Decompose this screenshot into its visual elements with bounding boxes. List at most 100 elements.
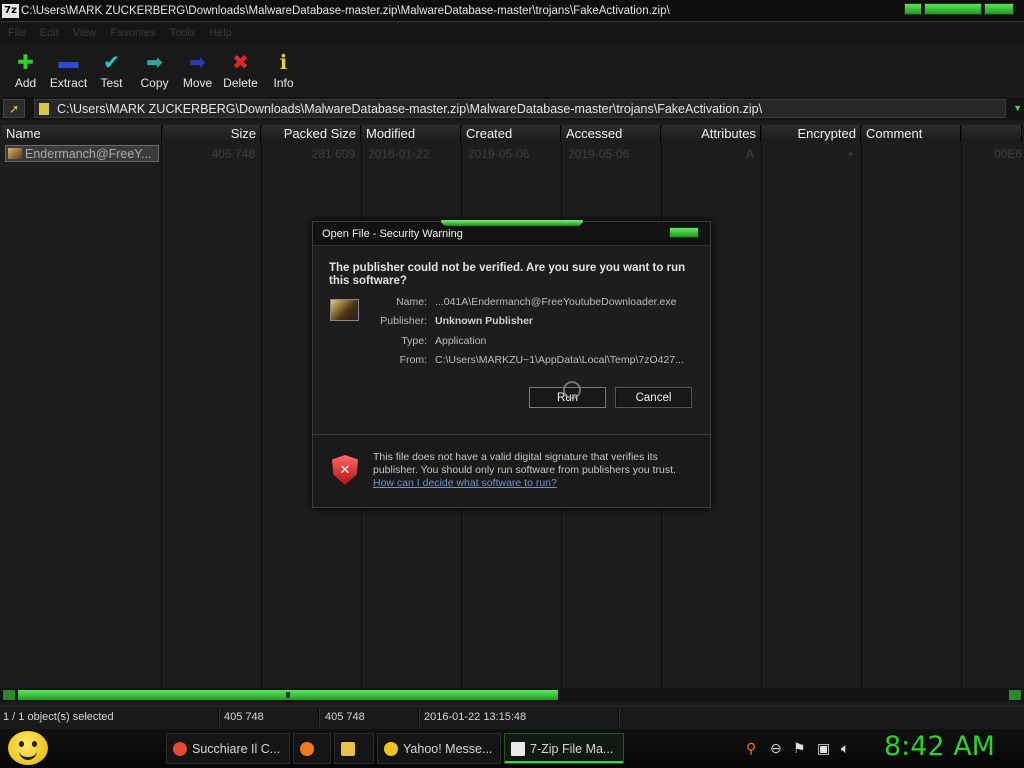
test-button[interactable]: ✔ Test (90, 44, 133, 96)
action-center-flag-icon[interactable]: ⚑ (793, 740, 806, 756)
info-button[interactable]: ℹ Info (262, 44, 305, 96)
move-arrow-icon: ➡ (189, 51, 206, 74)
scroll-left-button[interactable] (3, 690, 15, 700)
7zip-logo-icon: 7z (2, 3, 19, 18)
row-packed-size: 281 609 (311, 147, 355, 161)
clock[interactable]: 8:42 AM (884, 731, 995, 762)
window-controls (904, 3, 1014, 15)
taskbar-item-yahoo[interactable]: Yahoo! Messe... (377, 733, 501, 764)
delete-button[interactable]: ✖ Delete (219, 44, 262, 96)
add-button[interactable]: ✚ Add (4, 44, 47, 96)
exe-file-icon (8, 148, 22, 159)
status-selection: 1 / 1 object(s) selected (3, 711, 114, 723)
menu-tools[interactable]: Tools (170, 27, 196, 39)
row-encrypted: + (846, 147, 854, 161)
info-icon: ℹ (279, 51, 288, 74)
taskbar-item-explorer[interactable] (334, 733, 374, 764)
test-button-label: Test (100, 76, 123, 90)
copy-button[interactable]: ➡ Copy (133, 44, 176, 96)
security-warning-dialog: Open File - Security Warning The publish… (312, 220, 711, 508)
column-accessed[interactable]: Accessed (562, 125, 661, 142)
taskbar-item-firefox[interactable] (293, 733, 331, 764)
column-packed-size[interactable]: Packed Size (262, 125, 361, 142)
menu-favorites[interactable]: Favorites (110, 27, 155, 39)
menu-file[interactable]: File (8, 27, 26, 39)
column-size[interactable]: Size (163, 125, 261, 142)
row-modified: 2016-01-22 (368, 147, 430, 161)
path-text: C:\Users\MARK ZUCKERBERG\Downloads\Malwa… (57, 101, 763, 116)
column-created[interactable]: Created (462, 125, 561, 142)
publisher-label: Publisher: (380, 315, 427, 327)
name-value: ...041A\Endermanch@FreeYoutubeDownloader… (435, 296, 677, 308)
delete-button-label: Delete (223, 76, 258, 90)
copy-button-label: Copy (140, 76, 169, 90)
dialog-question: The publisher could not be verified. Are… (329, 262, 686, 287)
row-crc: 00E6 (993, 147, 1022, 161)
taskbar: Succhiare Il C... Yahoo! Messe... 7-Zip … (0, 729, 1024, 768)
taskbar-item-label: Succhiare Il C... (192, 741, 281, 756)
zip-archive-icon (39, 102, 49, 115)
volume-icon[interactable]: 🔈︎ (841, 740, 849, 756)
status-modified: 2016-01-22 13:15:48 (424, 711, 527, 723)
search-icon[interactable]: ⚲ (746, 740, 756, 756)
taskbar-item-7zip[interactable]: 7-Zip File Ma... (504, 733, 624, 764)
status-divider (418, 709, 420, 726)
row-size: 405 748 (211, 147, 255, 161)
cancel-button[interactable]: Cancel (615, 387, 692, 408)
menu-help[interactable]: Help (209, 27, 232, 39)
dialog-glow (441, 220, 583, 226)
horizontal-scrollbar[interactable] (0, 688, 1024, 702)
taskbar-item-label: Yahoo! Messe... (403, 741, 493, 756)
scroll-grip-icon (286, 692, 290, 698)
taskbar-item-chrome[interactable]: Succhiare Il C... (166, 733, 290, 764)
table-row[interactable]: Endermanch@FreeY... (5, 145, 159, 162)
firefox-icon (300, 741, 314, 756)
menu-edit[interactable]: Edit (40, 27, 59, 39)
column-attributes[interactable]: Attributes (662, 125, 761, 142)
extract-button[interactable]: ▬ Extract (47, 44, 90, 96)
column-encrypted[interactable]: Encrypted (762, 125, 861, 142)
minimize-button[interactable] (904, 3, 922, 15)
check-icon: ✔ (103, 51, 120, 74)
menu-view[interactable]: View (73, 27, 97, 39)
yahoo-smiley-icon (384, 741, 398, 756)
status-bar: 1 / 1 object(s) selected 405 748 405 748… (0, 706, 1024, 728)
7zip-icon (511, 741, 525, 756)
help-link[interactable]: How can I decide what software to run? (373, 477, 557, 489)
column-divider (761, 142, 762, 688)
column-name[interactable]: Name (2, 125, 162, 142)
minus-icon: ▬ (58, 50, 79, 73)
name-label: Name: (396, 296, 427, 308)
publisher-value: Unknown Publisher (435, 315, 534, 327)
path-input[interactable]: C:\Users\MARK ZUCKERBERG\Downloads\Malwa… (34, 99, 1006, 118)
column-divider (961, 142, 962, 688)
scroll-right-button[interactable] (1009, 690, 1021, 700)
column-modified[interactable]: Modified (362, 125, 461, 142)
shield-warning-icon: ✕ (332, 455, 358, 485)
footer-warning-text: This file does not have a valid digital … (373, 451, 676, 476)
start-button[interactable] (8, 731, 48, 765)
folder-up-button[interactable]: ➚ (3, 99, 25, 118)
column-crc[interactable] (962, 125, 1022, 142)
menu-bar: File Edit View Favorites Tools Help (0, 23, 1024, 43)
move-button[interactable]: ➡ Move (176, 44, 219, 96)
minus-circle-icon[interactable]: ⊖ (770, 740, 782, 756)
status-packed: 405 748 (325, 711, 365, 723)
toolbar: ✚ Add ▬ Extract ✔ Test ➡ Copy ➡ Move ✖ D… (0, 44, 1024, 96)
from-value: C:\Users\MARKZU~1\AppData\Local\Temp\7zO… (435, 354, 684, 366)
close-button[interactable] (984, 3, 1014, 15)
network-icon[interactable]: ▣ (817, 740, 830, 756)
extract-button-label: Extract (49, 76, 88, 90)
maximize-button[interactable] (924, 3, 982, 15)
chrome-icon (173, 741, 187, 756)
address-bar: ➚ C:\Users\MARK ZUCKERBERG\Downloads\Mal… (0, 97, 1024, 120)
column-divider (261, 142, 262, 688)
row-created: 2019-05-06 (468, 147, 530, 161)
status-divider (318, 709, 320, 726)
path-dropdown-icon[interactable]: ▼ (1013, 103, 1022, 113)
busy-cursor-icon (563, 381, 581, 399)
type-value: Application (435, 335, 487, 347)
dialog-close-button[interactable] (669, 227, 699, 238)
taskbar-item-label: 7-Zip File Ma... (530, 741, 614, 756)
column-comment[interactable]: Comment (862, 125, 961, 142)
